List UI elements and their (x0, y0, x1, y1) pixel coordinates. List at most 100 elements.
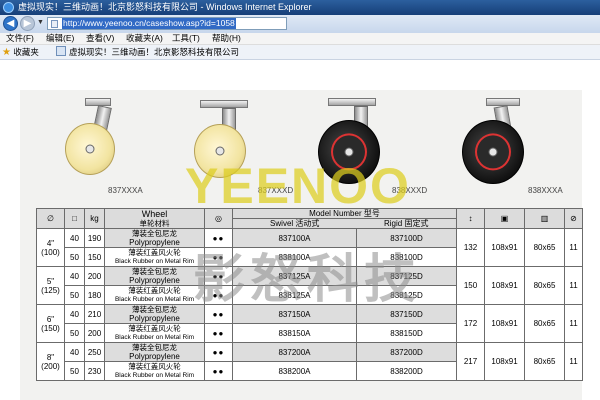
size-cell: 8" (200) (36, 342, 65, 381)
material-en: Black Rubber on Metal Rim (114, 372, 195, 379)
caster-image-838a (462, 98, 532, 188)
rigid-model-cell: 838150D (355, 323, 458, 343)
ie-logo-icon (3, 2, 14, 13)
material-cell: 薄装红盖风火轮 Black Rubber on Metal Rim (104, 285, 205, 305)
bearing-icon: ●● (204, 228, 233, 248)
bolt-header-icon: ⊘ (564, 208, 584, 229)
window-title: 虚拟现实！三维动画！北京影怒科技有限公司 - Windows Internet … (18, 2, 312, 12)
history-dropdown-icon[interactable]: ▼ (37, 19, 44, 26)
material-en: Black Rubber on Metal Rim (114, 296, 195, 303)
material-en: Polypropylene (129, 276, 180, 285)
material-cn: 薄装全包尼龙 (132, 229, 177, 239)
load-cell: 200 (84, 323, 105, 343)
plate-header-icon: ▣ (484, 208, 526, 229)
width-header-icon: □ (64, 208, 85, 229)
rigid-model-cell: 837150D (355, 304, 458, 324)
menu-favorites[interactable]: 收藏夹(A) (126, 33, 163, 44)
wheel-header: Wheel 单轮材料 (104, 208, 205, 229)
swivel-model-cell: 837150A (232, 304, 357, 324)
rigid-model-cell: 837125D (355, 266, 458, 286)
height-cell: 132 (456, 228, 486, 267)
model-number-title: Model Number 型号 (309, 209, 380, 219)
material-cell: 薄装全包尼龙 Polypropylene (104, 342, 205, 362)
load-cell: 150 (84, 247, 105, 267)
width-cell: 50 (64, 323, 85, 343)
bearing-header-icon: ◎ (204, 208, 233, 229)
menu-view[interactable]: 查看(V) (86, 33, 114, 44)
swivel-model-cell: 837100A (232, 228, 357, 248)
plate-cell: 108x91 (484, 228, 526, 267)
table-header-row: ∅ □ kg Wheel 单轮材料 ◎ Model Number 型号 Swivel… (36, 208, 584, 229)
load-cell: 200 (84, 266, 105, 286)
size-inch: 4" (46, 238, 55, 248)
model-code-label: 838XXXA (528, 186, 563, 195)
width-cell: 40 (64, 304, 85, 324)
size-cell: 6" (150) (36, 304, 65, 343)
wheel-header-en: Wheel (141, 208, 168, 219)
table-row: 5" (125) 40 200 薄装全包尼龙 Polypropylene ●● 83… (36, 266, 584, 305)
menu-edit[interactable]: 编辑(E) (46, 33, 74, 44)
load-cell: 190 (84, 228, 105, 248)
menu-help[interactable]: 帮助(H) (212, 33, 241, 44)
rigid-model-cell: 838100D (355, 247, 458, 267)
page-icon (51, 20, 58, 28)
size-header-icon: ∅ (36, 208, 65, 229)
rigid-header: Rigid 固定式 (384, 219, 429, 228)
height-cell: 150 (456, 266, 486, 305)
menu-tools[interactable]: 工具(T) (172, 33, 200, 44)
bearing-icon: ●● (204, 323, 233, 343)
address-toolbar: ◀ ▶ ▼ http://www.yeenoo.cn/caseshow.asp?… (0, 15, 600, 33)
width-cell: 40 (64, 266, 85, 286)
favorites-button[interactable]: ★ 收藏夹 (2, 46, 39, 58)
material-cell: 薄装红盖风火轮 Black Rubber on Metal Rim (104, 323, 205, 343)
size-mm: (125) (41, 285, 60, 295)
rigid-model-cell: 837100D (355, 228, 458, 248)
table-row: 8" (200) 40 250 薄装全包尼龙 Polypropylene ●● 83… (36, 342, 584, 381)
favorites-bar: ★ 收藏夹 虚拟现实！三维动画！北京影怒科技有限公司 (0, 45, 600, 60)
bearing-icon: ●● (204, 304, 233, 324)
material-cn: 薄装红盖风火轮 (128, 248, 181, 258)
rigid-model-cell: 838125D (355, 285, 458, 305)
bolt-cell: 11 (564, 266, 584, 305)
holes-cell: 80x65 (524, 304, 566, 343)
table-row: 4" (100) 40 190 薄装全包尼龙 Polypropylene ●● 83… (36, 228, 584, 267)
holes-cell: 80x65 (524, 342, 566, 381)
menu-bar: 文件(F) 编辑(E) 查看(V) 收藏夹(A) 工具(T) 帮助(H) (0, 33, 600, 45)
material-cell: 薄装全包尼龙 Polypropylene (104, 266, 205, 286)
size-mm: (200) (41, 361, 60, 371)
size-cell: 4" (100) (36, 228, 65, 267)
back-button[interactable]: ◀ (3, 16, 18, 31)
window-title-bar: 虚拟现实！三维动画！北京影怒科技有限公司 - Windows Internet … (0, 0, 600, 15)
material-cell: 薄装全包尼龙 Polypropylene (104, 304, 205, 324)
load-cell: 210 (84, 304, 105, 324)
size-inch: 5" (46, 276, 55, 286)
width-cell: 50 (64, 247, 85, 267)
tab-title: 虚拟现实！三维动画！北京影怒科技有限公司 (69, 47, 240, 57)
bearing-icon: ●● (204, 285, 233, 305)
material-en: Polypropylene (129, 352, 180, 361)
material-cell: 薄装红盖风火轮 Black Rubber on Metal Rim (104, 247, 205, 267)
address-input[interactable]: http://www.yeenoo.cn/caseshow.asp?id=105… (47, 17, 287, 30)
tab-current[interactable]: 虚拟现实！三维动画！北京影怒科技有限公司 (56, 46, 239, 58)
swivel-model-cell: 837200A (232, 342, 357, 362)
model-code-label: 837XXXA (108, 186, 143, 195)
favorites-label: 收藏夹 (13, 47, 39, 57)
model-number-header: Model Number 型号 Swivel 活动式 Rigid 固定式 (231, 208, 458, 229)
load-cell: 250 (84, 342, 105, 362)
width-cell: 40 (64, 228, 85, 248)
menu-file[interactable]: 文件(F) (6, 33, 34, 44)
forward-button[interactable]: ▶ (20, 16, 35, 31)
height-header-icon: ↕ (456, 208, 486, 229)
wheel-header-cn: 单轮材料 (139, 218, 170, 228)
address-url[interactable]: http://www.yeenoo.cn/caseshow.asp?id=105… (62, 18, 236, 29)
caster-image-837a (63, 98, 123, 183)
width-cell: 50 (64, 361, 85, 381)
plate-cell: 108x91 (484, 266, 526, 305)
material-en: Polypropylene (129, 314, 180, 323)
load-cell: 180 (84, 285, 105, 305)
material-cn: 薄装红盖风火轮 (128, 286, 181, 296)
height-cell: 217 (456, 342, 486, 381)
material-cn: 薄装红盖风火轮 (128, 362, 181, 372)
size-mm: (150) (41, 323, 60, 333)
caster-image-838d (318, 98, 388, 188)
